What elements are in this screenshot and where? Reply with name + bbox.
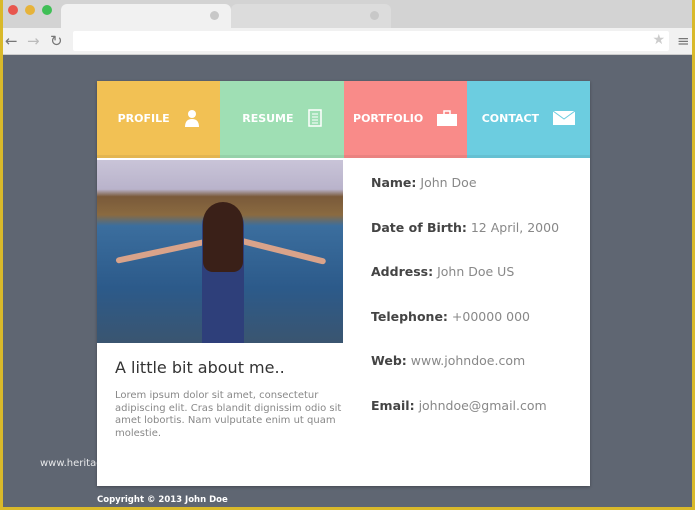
menu-icon[interactable]: ≡ <box>677 32 690 50</box>
nav-portfolio[interactable]: PORTFOLIO <box>343 81 467 158</box>
info-address: Address: John Doe US <box>371 264 515 280</box>
copyright: Copyright © 2013 John Doe <box>97 495 228 505</box>
info-web: Web: www.johndoe.com <box>371 353 526 369</box>
nav-label: CONTACT <box>481 111 540 125</box>
nav-label: PORTFOLIO <box>353 111 424 125</box>
forward-icon[interactable]: → <box>27 32 40 50</box>
document-icon <box>307 109 322 127</box>
nav-resume[interactable]: RESUME <box>220 81 344 158</box>
close-window-button[interactable] <box>8 5 18 15</box>
browser-window: ← → ↻ ★ ≡ PROFILE RESUME PORTFOLIO CONTA… <box>3 0 692 507</box>
about-text: Lorem ipsum dolor sit amet, consectetur … <box>115 390 342 439</box>
reload-icon[interactable]: ↻ <box>50 32 63 50</box>
about-heading: A little bit about me.. <box>115 358 285 377</box>
nav-contact[interactable]: CONTACT <box>466 81 590 158</box>
profile-photo <box>97 160 343 343</box>
profile-card: PROFILE RESUME PORTFOLIO CONTACT A littl… <box>97 81 590 486</box>
nav-profile[interactable]: PROFILE <box>97 81 221 158</box>
maximize-window-button[interactable] <box>42 5 52 15</box>
watermark: www.heritagechristiancollege.com <box>40 458 213 469</box>
nav-label: RESUME <box>242 111 294 125</box>
browser-tab[interactable] <box>231 4 391 28</box>
nav-label: PROFILE <box>117 111 170 125</box>
info-email: Email: johndoe@gmail.com <box>371 397 547 413</box>
info-telephone: Telephone: +00000 000 <box>371 308 530 324</box>
user-icon <box>184 110 199 127</box>
tab-bar <box>3 0 692 28</box>
envelope-icon <box>553 111 576 125</box>
minimize-window-button[interactable] <box>25 5 35 15</box>
info-name: Name: John Doe <box>371 175 477 190</box>
info-dob: Date of Birth: 12 April, 2000 <box>371 219 560 235</box>
main-nav: PROFILE RESUME PORTFOLIO CONTACT <box>97 81 590 158</box>
back-icon[interactable]: ← <box>5 32 18 50</box>
briefcase-icon <box>437 110 458 126</box>
browser-toolbar: ← → ↻ ★ ≡ <box>3 28 692 55</box>
tab-close-icon[interactable] <box>370 11 379 20</box>
tab-close-icon[interactable] <box>210 11 219 20</box>
email-link[interactable]: johndoe@gmail.com <box>419 398 547 413</box>
address-bar[interactable]: ★ <box>73 31 669 51</box>
browser-tab-active[interactable] <box>61 4 231 28</box>
web-link[interactable]: www.johndoe.com <box>411 353 525 368</box>
profile-info: Name: John Doe Date of Birth: 12 April, … <box>371 175 559 443</box>
bookmark-star-icon[interactable]: ★ <box>652 32 665 48</box>
